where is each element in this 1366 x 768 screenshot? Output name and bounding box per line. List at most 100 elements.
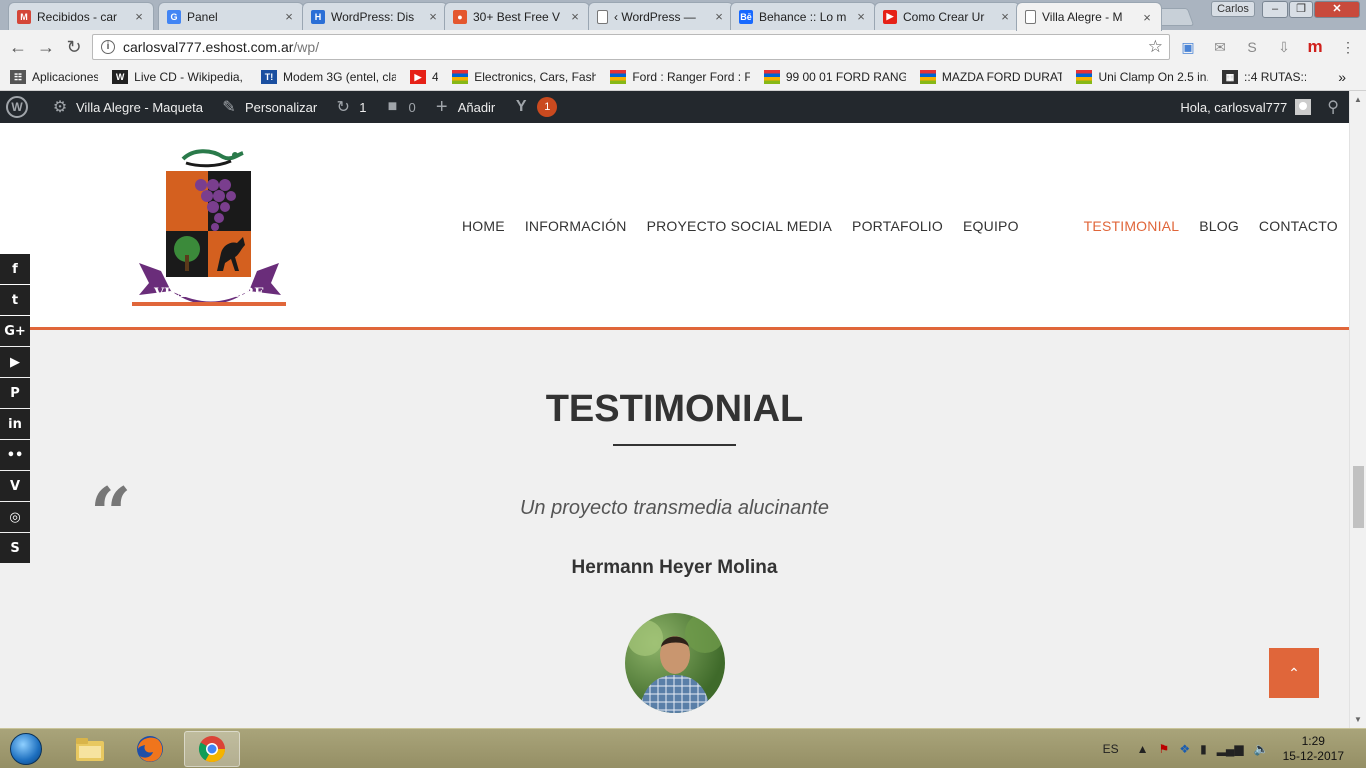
twitter-icon[interactable]: t	[0, 285, 30, 315]
browser-tab[interactable]: ▶ Como Crear Ur ×	[874, 2, 1020, 30]
bookmark-item[interactable]: T! Modem 3G (entel, cla	[261, 70, 396, 84]
bookmark-item[interactable]: ▦::4 RUTAS::	[1222, 70, 1306, 84]
my-account-menu[interactable]: Hola, carlosval777	[1180, 100, 1287, 115]
customize-menu[interactable]: ✎ Personalizar	[219, 97, 317, 117]
updates-icon: ↻	[336, 99, 350, 116]
browser-tab[interactable]: Bē Behance :: Lo m ×	[730, 2, 876, 30]
volume-icon[interactable]: 🔈	[1254, 742, 1269, 756]
download-extension-icon[interactable]: ⇩	[1274, 37, 1294, 57]
nav-item-contacto[interactable]: CONTACTO	[1259, 218, 1338, 234]
bookmark-item[interactable]: MAZDA FORD DURAT	[919, 70, 1062, 84]
taskbar-explorer[interactable]	[62, 731, 118, 767]
back-icon[interactable]: ←	[4, 33, 32, 61]
address-bar[interactable]: i carlosval777.eshost.com.ar/wp/ ☆	[92, 34, 1170, 60]
browser-tab[interactable]: G Panel ×	[158, 2, 304, 30]
bookmark-label: ::4 RUTAS::	[1244, 70, 1307, 84]
add-new-menu[interactable]: + Añadir	[432, 96, 495, 118]
bookmarks-overflow-button[interactable]: »	[1338, 69, 1346, 85]
close-tab-icon[interactable]: ×	[569, 9, 581, 24]
tab-title: WordPress: Dis	[331, 9, 415, 24]
dropbox-icon[interactable]: ❖	[1179, 742, 1190, 756]
nav-item-testimonial[interactable]: TESTIMONIAL	[1084, 218, 1180, 234]
updates-count: 1	[359, 99, 367, 115]
scroll-up-arrow-icon[interactable]: ▲	[1354, 95, 1362, 104]
system-tray: ES ▲ ⚑ ❖ ▮ ▂▄▆ 🔈 1:29 15-12-2017	[1093, 729, 1344, 768]
bookmark-item[interactable]: ☷ Aplicaciones	[10, 70, 98, 84]
profile-button[interactable]: Carlos	[1211, 1, 1255, 17]
menu-icon[interactable]: ⋮	[1338, 37, 1358, 57]
nav-item-proyecto-social-media[interactable]: PROYECTO SOCIAL MEDIA	[647, 218, 832, 234]
close-tab-icon[interactable]: ×	[855, 9, 867, 24]
nav-item-home[interactable]: HOME	[462, 218, 505, 234]
bookmark-label: 99 00 01 FORD RANG	[785, 70, 906, 84]
skype-extension-icon[interactable]: S	[1242, 37, 1262, 57]
google-plus-icon[interactable]: G+	[0, 316, 30, 346]
mega-extension-icon[interactable]: m	[1305, 37, 1325, 57]
search-icon[interactable]: ⚲	[1327, 97, 1339, 117]
nav-item-equipo[interactable]: EQUIPO	[963, 218, 1019, 234]
close-tab-icon[interactable]: ×	[713, 9, 725, 24]
bookmark-item[interactable]: Electronics, Cars, Fash	[452, 70, 596, 84]
start-button[interactable]	[6, 731, 46, 767]
reload-icon[interactable]: ↻	[60, 33, 88, 61]
translate-extension-icon[interactable]: ▣	[1178, 37, 1198, 57]
network-signal-icon[interactable]: ▂▄▆	[1217, 742, 1244, 756]
maximize-button[interactable]: ❐	[1289, 1, 1313, 18]
windows-taskbar: ES ▲ ⚑ ❖ ▮ ▂▄▆ 🔈 1:29 15-12-2017	[0, 728, 1366, 768]
extension-icon[interactable]: ✉	[1210, 37, 1230, 57]
action-center-icon[interactable]: ⚑	[1159, 742, 1170, 756]
nav-item-portafolio[interactable]: PORTAFOLIO	[852, 218, 943, 234]
taskbar-chrome[interactable]	[184, 731, 240, 767]
yoast-seo-menu[interactable]: Y 1	[511, 97, 558, 117]
scrollbar-thumb[interactable]	[1353, 466, 1364, 528]
close-tab-icon[interactable]: ×	[133, 9, 145, 24]
bookmark-item[interactable]: Ford : Ranger Ford : F	[610, 70, 750, 84]
close-tab-icon[interactable]: ×	[283, 9, 295, 24]
page-scrollbar[interactable]: ▲ ▼	[1349, 91, 1366, 728]
flickr-icon[interactable]: ••	[0, 440, 30, 470]
section-title: TESTIMONIAL	[545, 388, 804, 430]
site-name-menu[interactable]: ⚙ Villa Alegre - Maqueta	[50, 97, 203, 117]
nav-item-blog[interactable]: BLOG	[1199, 218, 1239, 234]
bookmark-label: Electronics, Cars, Fash	[474, 70, 597, 84]
nav-item-informaci-n[interactable]: INFORMACIÓN	[525, 218, 627, 234]
scroll-down-arrow-icon[interactable]: ▼	[1354, 715, 1362, 724]
forward-icon[interactable]: →	[32, 33, 60, 61]
colorful-icon: ●	[453, 9, 467, 24]
avatar[interactable]	[1295, 99, 1312, 115]
bookmark-label: Aplicaciones	[32, 70, 99, 84]
browser-tab[interactable]: M Recibidos - car ×	[8, 2, 154, 30]
close-tab-icon[interactable]: ×	[427, 9, 439, 24]
browser-tab[interactable]: H WordPress: Dis ×	[302, 2, 448, 30]
show-hidden-icons-icon[interactable]: ▲	[1137, 742, 1149, 756]
updates-menu[interactable]: ↻ 1	[333, 97, 367, 117]
bookmark-star-icon[interactable]: ☆	[1148, 37, 1163, 57]
browser-tab[interactable]: ● 30+ Best Free V ×	[444, 2, 590, 30]
youtube-icon[interactable]: ▶	[0, 347, 30, 377]
facebook-icon[interactable]: f	[0, 254, 30, 284]
villa-alegre-logo[interactable]: VILLA ALEGRE	[131, 145, 287, 309]
taskbar-firefox[interactable]	[122, 731, 178, 767]
site-info-icon[interactable]: i	[101, 40, 115, 54]
chevron-up-icon: ⌃	[1288, 664, 1300, 681]
bookmark-item[interactable]: ▶ 4	[409, 70, 438, 84]
language-indicator[interactable]: ES	[1103, 742, 1119, 756]
scroll-to-top-button[interactable]: ⌃	[1269, 648, 1319, 698]
comments-menu[interactable]: ■ 0	[382, 97, 416, 117]
browser-tab-strip: M Recibidos - car × G Panel × H WordPress: Dis ×…	[0, 0, 1366, 31]
wordpress-logo-icon[interactable]: W	[6, 96, 34, 118]
close-window-button[interactable]: ✕	[1314, 1, 1360, 18]
close-tab-icon[interactable]: ×	[1141, 10, 1153, 25]
apps-grid-icon: ☷	[10, 70, 26, 84]
bookmarks-bar: ☷ Aplicaciones W Live CD - Wikipedia, l T! Mo…	[0, 64, 1366, 91]
bookmark-item[interactable]: 99 00 01 FORD RANG	[763, 70, 906, 84]
browser-tab[interactable]: ‹ WordPress — ×	[588, 2, 734, 30]
power-icon[interactable]: ▮	[1200, 742, 1207, 756]
browser-tab[interactable]: Villa Alegre - M ×	[1016, 2, 1162, 31]
browser-toolbar: ← → ↻ i carlosval777.eshost.com.ar/wp/ ☆…	[0, 30, 1366, 64]
bookmark-item[interactable]: Uni Clamp On 2.5 in.	[1076, 70, 1208, 84]
minimize-button[interactable]: –	[1262, 1, 1288, 18]
bookmark-item[interactable]: W Live CD - Wikipedia, l	[112, 70, 247, 84]
clock[interactable]: 1:29 15-12-2017	[1283, 734, 1344, 764]
close-tab-icon[interactable]: ×	[999, 9, 1011, 24]
